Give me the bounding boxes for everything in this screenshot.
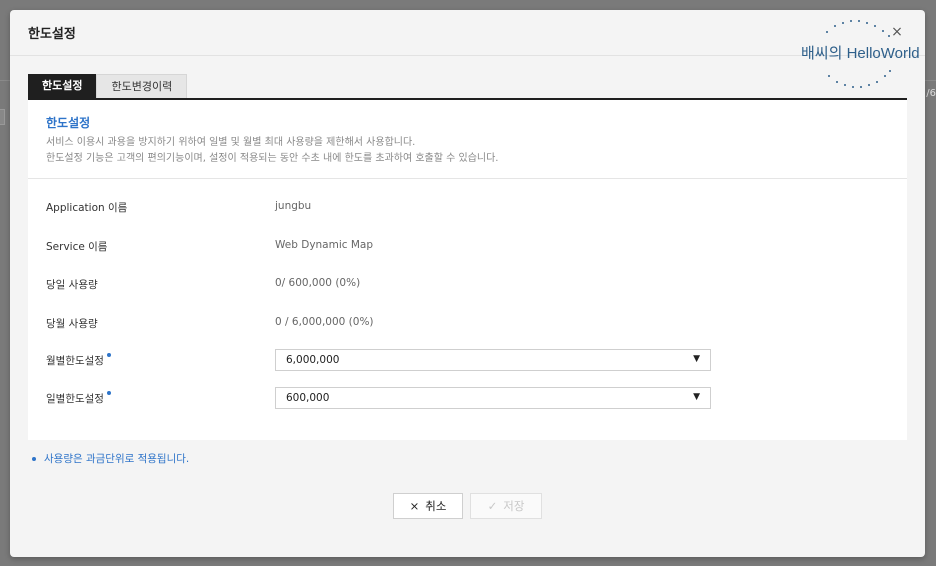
- daily-limit-label: 일별한도설정: [46, 393, 104, 405]
- daily-usage-label: 당일 사용량: [46, 279, 98, 291]
- monthly-limit-label: 월별한도설정: [46, 355, 104, 367]
- save-button[interactable]: ✓ 저장: [470, 493, 542, 519]
- monthly-usage-row: 당월 사용량 0 / 6,000,000 (0%): [46, 312, 896, 334]
- background-control-fragment: [0, 109, 5, 125]
- monthly-usage-value: 0 / 6,000,000 (0%): [275, 316, 374, 328]
- check-icon: ✓: [487, 499, 498, 513]
- monthly-limit-select[interactable]: 6,000,000 ▼: [275, 349, 711, 371]
- modal-title: 한도설정: [28, 27, 76, 42]
- bullet-icon: [32, 457, 36, 461]
- tab-limit-change-history[interactable]: 한도변경이력: [96, 74, 188, 98]
- monthly-usage-label: 당월 사용량: [46, 318, 98, 330]
- application-label: Application 이름: [46, 202, 128, 214]
- application-value: jungbu: [275, 200, 312, 212]
- daily-usage-row: 당일 사용량 0/ 600,000 (0%): [46, 273, 896, 295]
- service-label: Service 이름: [46, 241, 108, 253]
- tab-bar: 한도설정 한도변경이력: [28, 74, 188, 98]
- save-button-label: 저장: [503, 499, 525, 513]
- service-row: Service 이름 Web Dynamic Map: [46, 235, 896, 257]
- chevron-down-icon: ▼: [693, 354, 700, 364]
- monthly-limit-label-wrap: 월별한도설정: [46, 353, 111, 368]
- limit-settings-modal: 한도설정 × 배씨의 HelloWorld 한도설정 한도변경이력 한도설정 서…: [10, 10, 925, 557]
- daily-usage-value: 0/ 600,000 (0%): [275, 277, 361, 289]
- cancel-button-label: 취소: [425, 499, 447, 513]
- daily-limit-select[interactable]: 600,000 ▼: [275, 387, 711, 409]
- modal-header: 한도설정 ×: [10, 10, 925, 56]
- billing-note: 사용량은 과금단위로 적용됩니다.: [32, 451, 189, 466]
- daily-limit-selected-value: 600,000: [286, 392, 330, 404]
- watermark-text: 배씨의 HelloWorld: [801, 45, 920, 62]
- service-value: Web Dynamic Map: [275, 239, 374, 251]
- billing-note-text: 사용량은 과금단위로 적용됩니다.: [44, 453, 190, 465]
- application-row: Application 이름 jungbu: [46, 196, 896, 218]
- watermark: 배씨의 HelloWorld: [797, 14, 927, 94]
- intro-title: 한도설정: [46, 116, 91, 130]
- daily-limit-label-wrap: 일별한도설정: [46, 391, 111, 406]
- intro-line: 서비스 이용시 과용을 방지하기 위하여 일별 및 월별 최대 사용량을 제한해…: [46, 137, 416, 148]
- cancel-button[interactable]: × 취소: [393, 493, 463, 519]
- required-indicator: [106, 391, 111, 395]
- required-indicator: [106, 353, 111, 357]
- x-icon: ×: [409, 499, 420, 513]
- daily-limit-row: 일별한도설정 600,000 ▼: [46, 387, 896, 409]
- chevron-down-icon: ▼: [693, 392, 700, 402]
- intro-section: 한도설정 서비스 이용시 과용을 방지하기 위하여 일별 및 월별 최대 사용량…: [28, 100, 907, 179]
- tab-limit-settings[interactable]: 한도설정: [28, 74, 97, 98]
- monthly-limit-row: 월별한도설정 6,000,000 ▼: [46, 349, 896, 371]
- monthly-limit-selected-value: 6,000,000: [286, 354, 340, 366]
- settings-panel: 한도설정 서비스 이용시 과용을 방지하기 위하여 일별 및 월별 최대 사용량…: [28, 100, 907, 440]
- background-pagination-fragment: /6: [926, 88, 936, 99]
- intro-line: 한도설정 기능은 고객의 편의기능이며, 설정이 적용되는 동안 수초 내에 한…: [46, 153, 499, 164]
